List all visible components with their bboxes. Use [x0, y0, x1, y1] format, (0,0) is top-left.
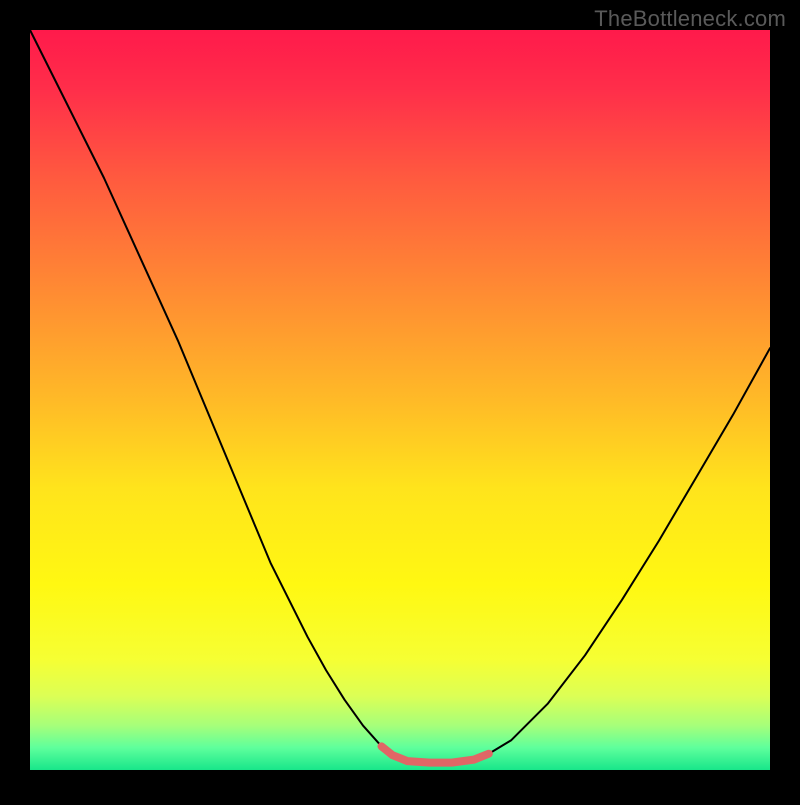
bottleneck-chart: [0, 0, 800, 800]
watermark-text: TheBottleneck.com: [594, 6, 786, 32]
chart-canvas-wrap: [0, 0, 800, 800]
chart-plot-background: [30, 30, 770, 770]
